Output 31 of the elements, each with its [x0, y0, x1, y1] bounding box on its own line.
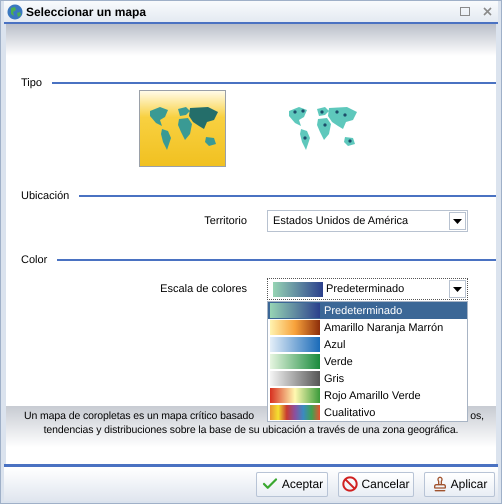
section-title: Ubicación — [21, 190, 70, 202]
gradient-swatch — [270, 388, 320, 403]
cancel-button[interactable]: Cancelar — [338, 472, 414, 496]
description-text: tendencias y distribuciones sobre la base de su ubicación a través de una zona geográfica. — [44, 424, 458, 436]
section-title: Tipo — [21, 77, 42, 89]
close-icon[interactable] — [483, 7, 492, 16]
field-label: Escala de colores — [160, 283, 247, 295]
gradient-swatch — [270, 354, 320, 369]
color-scale-dropdown[interactable]: Predeterminado — [267, 278, 468, 300]
gradient-swatch — [270, 303, 320, 318]
gradient-swatch — [270, 405, 320, 420]
territory-dropdown[interactable]: Estados Unidos de América — [267, 210, 468, 232]
globe-icon — [7, 4, 23, 20]
caret-icon — [453, 286, 462, 292]
section-title: Color — [21, 254, 48, 266]
stamp-icon — [432, 476, 448, 492]
no-entry-icon — [342, 476, 358, 492]
apply-button[interactable]: Aplicar — [424, 472, 495, 496]
description-text: Un mapa de coropletas es un mapa crítico basado — [24, 410, 254, 424]
accept-button[interactable]: Aceptar — [256, 472, 328, 496]
window-title: Seleccionar un mapa — [26, 4, 148, 18]
field-label: Territorio — [204, 215, 247, 227]
gradient-swatch — [270, 371, 320, 386]
description-text: os, — [470, 410, 484, 424]
maximize-icon[interactable] — [460, 7, 470, 16]
gradient-swatch — [270, 337, 320, 352]
caret-icon — [453, 218, 462, 224]
map-type-option[interactable] — [139, 90, 226, 167]
dropdown-option[interactable]: Predeterminado — [268, 302, 467, 319]
gradient-swatch — [270, 320, 320, 335]
gradient-swatch — [273, 282, 323, 296]
